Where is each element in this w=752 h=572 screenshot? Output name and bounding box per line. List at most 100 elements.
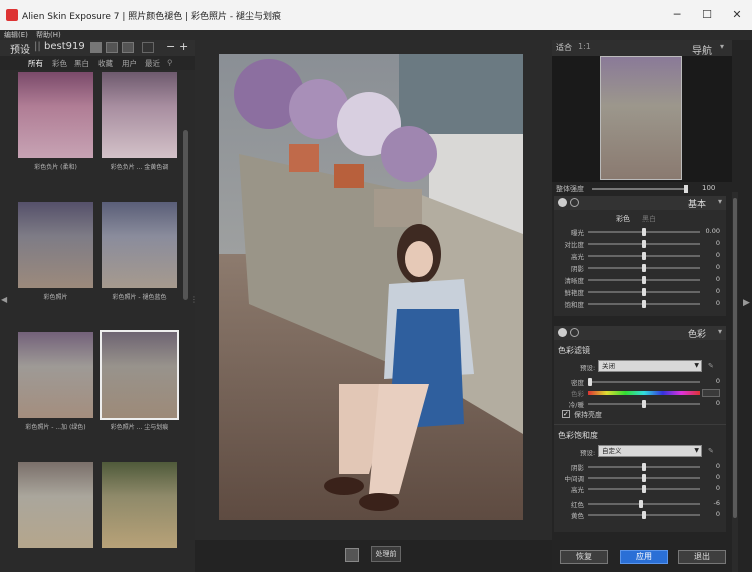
color-title: 色彩 [687, 330, 706, 340]
hue-saturation-slider-value: -6 [713, 499, 720, 507]
saturation-slider-label: 阴影 [571, 464, 584, 472]
eyedropper-icon[interactable]: ✎ [708, 362, 714, 370]
preset-thumbnail[interactable]: 彩色负片 ... 金黄色调 [102, 72, 177, 202]
close-button[interactable]: ✕ [724, 6, 750, 24]
presets-panel: 预设 || best919 − + 所有 彩色 黑白 收藏 用户 最近 ⚲ 彩色… [0, 40, 198, 572]
add-preset-button[interactable]: + [179, 40, 188, 53]
hue-saturation-slider-knob[interactable] [638, 500, 643, 508]
zoom-fit-button[interactable]: 适合 [556, 42, 572, 53]
preset-thumbnail[interactable]: 彩色照片 - 褪色蓝色 [102, 202, 177, 332]
basic-slider-label: 鲜艳度 [564, 289, 585, 297]
apply-button[interactable]: 应用 [620, 550, 668, 564]
hue-saturation-slider-knob[interactable] [642, 511, 646, 519]
adjustments-scrollbar-thumb[interactable] [733, 198, 737, 518]
category-bw[interactable]: 黑白 [74, 58, 89, 69]
basic-slider-row: 曝光 0.00 [554, 226, 726, 237]
saturation-slider-knob[interactable] [642, 463, 646, 471]
color-header[interactable]: 色彩 ▾ [554, 326, 726, 340]
preview-toolbar: 处理前 [195, 540, 552, 572]
list-view-icon[interactable] [122, 42, 134, 53]
preserve-luminosity-checkbox[interactable]: ✓ [562, 410, 570, 418]
navigator-collapse-icon[interactable]: ▾ [720, 42, 724, 51]
background-color-button[interactable] [345, 548, 359, 562]
overall-strength-knob[interactable] [684, 185, 688, 193]
basic-slider-value: 0.00 [705, 227, 720, 235]
basic-tab-color[interactable]: 彩色 [616, 214, 630, 224]
temperature-knob[interactable] [642, 400, 646, 408]
color-enable-icon[interactable] [558, 328, 567, 337]
adjustments-scrollbar[interactable] [732, 192, 738, 572]
eyedropper-icon[interactable]: ✎ [708, 447, 714, 455]
basic-reset-icon[interactable] [570, 198, 579, 207]
color-filter-preset-label: 预设: [580, 364, 596, 372]
menu-edit[interactable]: 编辑(E) [4, 30, 28, 40]
basic-slider-label: 高光 [571, 253, 584, 261]
saturation-slider-knob[interactable] [642, 474, 646, 482]
saturation-preset-dropdown[interactable]: 自定义 ▼ [598, 445, 702, 457]
basic-enable-icon[interactable] [558, 198, 567, 207]
basic-slider-knob[interactable] [642, 264, 646, 272]
basic-slider-knob[interactable] [642, 240, 646, 248]
before-toggle-button[interactable]: 处理前 [371, 546, 401, 562]
app-logo-icon [6, 9, 18, 21]
category-favorites[interactable]: 收藏 [98, 58, 113, 69]
presets-scrollbar[interactable] [183, 130, 188, 300]
expand-view-icon[interactable] [142, 42, 154, 53]
preset-thumbnail[interactable] [18, 462, 93, 572]
maximize-button[interactable]: ☐ [694, 6, 720, 24]
zoom-100-button[interactable]: 1:1 [578, 42, 591, 51]
color-reset-icon[interactable] [570, 328, 579, 337]
preset-thumbnail-selected[interactable]: 彩色照片 ... 尘与划痕 [100, 330, 179, 462]
preset-thumbnail[interactable] [102, 462, 177, 572]
menu-help[interactable]: 帮助(H) [36, 30, 61, 40]
basic-slider-row: 清晰度 0 [554, 274, 726, 285]
preset-thumbnail[interactable]: 彩色照片 - ...加 (绿色) [18, 332, 93, 462]
density-knob[interactable] [588, 378, 592, 386]
minimize-button[interactable]: ─ [664, 6, 690, 24]
collapse-left-icon[interactable]: ◀ [1, 295, 7, 304]
collapse-right-icon[interactable]: ▶ [743, 298, 751, 318]
category-color[interactable]: 彩色 [52, 58, 67, 69]
reset-button[interactable]: 恢复 [560, 550, 608, 564]
preset-caption: 彩色照片 [43, 294, 68, 301]
hue-row: 色彩 [554, 387, 726, 398]
basic-collapse-icon[interactable]: ▾ [718, 197, 722, 206]
hue-swatch[interactable] [702, 389, 720, 397]
basic-slider-value: 0 [715, 239, 720, 247]
basic-slider-knob[interactable] [642, 288, 646, 296]
saturation-slider-row: 高光 0 [554, 483, 726, 494]
hue-saturation-slider-track[interactable] [588, 503, 700, 505]
navigator-thumbnail[interactable] [600, 56, 682, 180]
category-recent[interactable]: 最近 [145, 58, 160, 69]
basic-slider-value: 0 [715, 263, 720, 271]
category-user[interactable]: 用户 [122, 58, 137, 69]
overall-strength-track[interactable] [592, 188, 688, 190]
hue-spectrum-track[interactable] [588, 391, 700, 395]
preview-photo[interactable] [219, 54, 523, 520]
category-all[interactable]: 所有 [28, 58, 43, 69]
basic-slider-knob[interactable] [642, 228, 646, 236]
color-filter-preset-dropdown[interactable]: 关闭 ▼ [598, 360, 702, 372]
preset-preview-image [18, 332, 93, 418]
basic-slider-knob[interactable] [642, 276, 646, 284]
grid-large-view-icon[interactable] [90, 42, 102, 53]
saturation-slider-knob[interactable] [642, 485, 646, 493]
preset-preview-image [102, 462, 177, 548]
basic-tab-bw[interactable]: 黑白 [642, 214, 656, 224]
saturation-slider-row: 阴影 0 [554, 461, 726, 472]
presets-header: 预设 || best919 − + [0, 40, 195, 56]
adjustments-panel: 适合 1:1 导航 ▾ 整体强度 100 基本 ▾ 彩色 黑白 曝光 0.00 对比… [552, 40, 752, 572]
grid-small-view-icon[interactable] [106, 42, 118, 53]
preset-thumbnail[interactable]: 彩色照片 [18, 202, 93, 332]
preset-preview-image [18, 72, 93, 158]
basic-header[interactable]: 基本 ▾ [554, 196, 726, 210]
overall-strength-row: 整体强度 100 [552, 184, 732, 194]
search-icon[interactable]: ⚲ [167, 58, 173, 67]
basic-slider-knob[interactable] [642, 252, 646, 260]
remove-preset-button[interactable]: − [166, 40, 175, 53]
preset-thumbnail[interactable]: 彩色负片 (柔和) [18, 72, 93, 202]
exit-button[interactable]: 退出 [678, 550, 726, 564]
color-collapse-icon[interactable]: ▾ [718, 327, 722, 336]
basic-slider-knob[interactable] [642, 300, 646, 308]
density-track[interactable] [588, 381, 700, 383]
